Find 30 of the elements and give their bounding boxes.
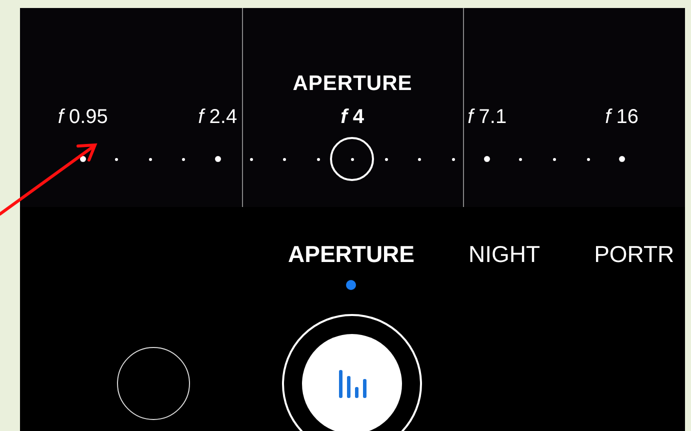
aperture-title: APERTURE	[292, 72, 412, 95]
scale-dot	[148, 158, 152, 160]
scale-dot	[283, 158, 286, 160]
gallery-thumbnail[interactable]	[117, 347, 190, 420]
scale-dot	[418, 158, 422, 160]
aperture-value[interactable]: f 4	[340, 106, 364, 128]
aperture-value[interactable]: f 7.1	[468, 106, 507, 128]
scale-dot	[350, 158, 354, 160]
scale-dot	[618, 156, 625, 162]
mode-tab[interactable]: APERTURE	[288, 240, 415, 268]
scale-dot	[586, 158, 590, 160]
mode-tab[interactable]: NIGHT	[468, 240, 540, 268]
scale-dot	[484, 156, 490, 162]
scale-dot	[519, 158, 522, 160]
shutter-button[interactable]	[302, 334, 402, 431]
scale-dot	[115, 158, 118, 160]
scale-dot	[452, 158, 455, 160]
scale-dot	[214, 156, 221, 162]
mode-tab[interactable]: PORTR	[594, 240, 674, 268]
aperture-selector-ring[interactable]	[330, 137, 374, 181]
scale-dot	[250, 158, 253, 160]
scale-dot	[384, 158, 388, 160]
scale-dot	[182, 158, 186, 160]
scale-dot	[552, 158, 556, 160]
bars-icon	[337, 370, 367, 398]
aperture-value[interactable]: f 2.4	[198, 106, 238, 128]
aperture-value[interactable]: f 0.95	[58, 106, 108, 128]
selected-mode-dot	[346, 280, 356, 290]
scale-dot	[317, 158, 320, 160]
aperture-value[interactable]: f 16	[605, 106, 639, 128]
